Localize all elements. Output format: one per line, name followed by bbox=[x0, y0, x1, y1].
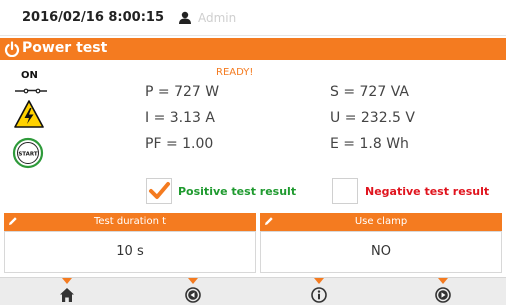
voltage-reading: U = 232.5 V bbox=[330, 110, 415, 126]
negative-result-label[interactable]: Negative test result bbox=[365, 185, 489, 198]
nav-indicator bbox=[438, 278, 448, 284]
current-reading: I = 3.13 A bbox=[145, 110, 215, 126]
use-clamp-header[interactable]: Use clamp bbox=[260, 213, 502, 231]
svg-text:START: START bbox=[18, 152, 38, 158]
on-label: ON bbox=[21, 70, 38, 81]
status-bar: 2016/02/16 8:00:15 Admin bbox=[0, 0, 506, 36]
negative-result-checkbox[interactable] bbox=[332, 178, 358, 204]
test-duration-header[interactable]: Test duration t bbox=[4, 213, 256, 231]
title-bar: Power test bbox=[0, 38, 506, 60]
nav-indicator bbox=[188, 278, 198, 284]
pencil-icon bbox=[9, 217, 17, 225]
nav-indicator bbox=[314, 278, 324, 284]
positive-result-checkbox[interactable] bbox=[146, 178, 172, 204]
info-icon bbox=[311, 287, 327, 303]
high-voltage-icon bbox=[14, 100, 44, 128]
positive-result-label[interactable]: Positive test result bbox=[178, 185, 296, 198]
apparent-power-reading: S = 727 VA bbox=[330, 84, 409, 100]
use-clamp-value[interactable]: NO bbox=[260, 231, 502, 273]
power-icon bbox=[4, 41, 20, 57]
info-button[interactable] bbox=[256, 278, 382, 306]
test-duration-value[interactable]: 10 s bbox=[4, 231, 256, 273]
page-title: Power test bbox=[22, 40, 108, 56]
user-name: Admin bbox=[198, 11, 237, 25]
start-icon[interactable]: START bbox=[12, 137, 44, 169]
bottom-nav bbox=[0, 277, 506, 305]
pencil-icon bbox=[265, 217, 273, 225]
test-duration-label: Test duration t bbox=[93, 216, 167, 227]
switch-icon bbox=[15, 88, 47, 94]
check-icon bbox=[149, 182, 170, 199]
home-button[interactable] bbox=[4, 278, 130, 306]
use-clamp-label: Use clamp bbox=[354, 216, 408, 227]
back-icon bbox=[185, 287, 201, 303]
power-factor-reading: PF = 1.00 bbox=[145, 136, 214, 152]
home-icon bbox=[60, 288, 74, 302]
forward-button[interactable] bbox=[380, 278, 506, 306]
datetime: 2016/02/16 8:00:15 bbox=[22, 10, 165, 25]
nav-indicator bbox=[62, 278, 72, 284]
energy-reading: E = 1.8 Wh bbox=[330, 136, 409, 152]
power-reading: P = 727 W bbox=[145, 84, 220, 100]
ready-status: READY! bbox=[216, 67, 254, 78]
user-icon bbox=[179, 11, 191, 24]
back-button[interactable] bbox=[130, 278, 256, 306]
forward-icon bbox=[435, 287, 451, 303]
